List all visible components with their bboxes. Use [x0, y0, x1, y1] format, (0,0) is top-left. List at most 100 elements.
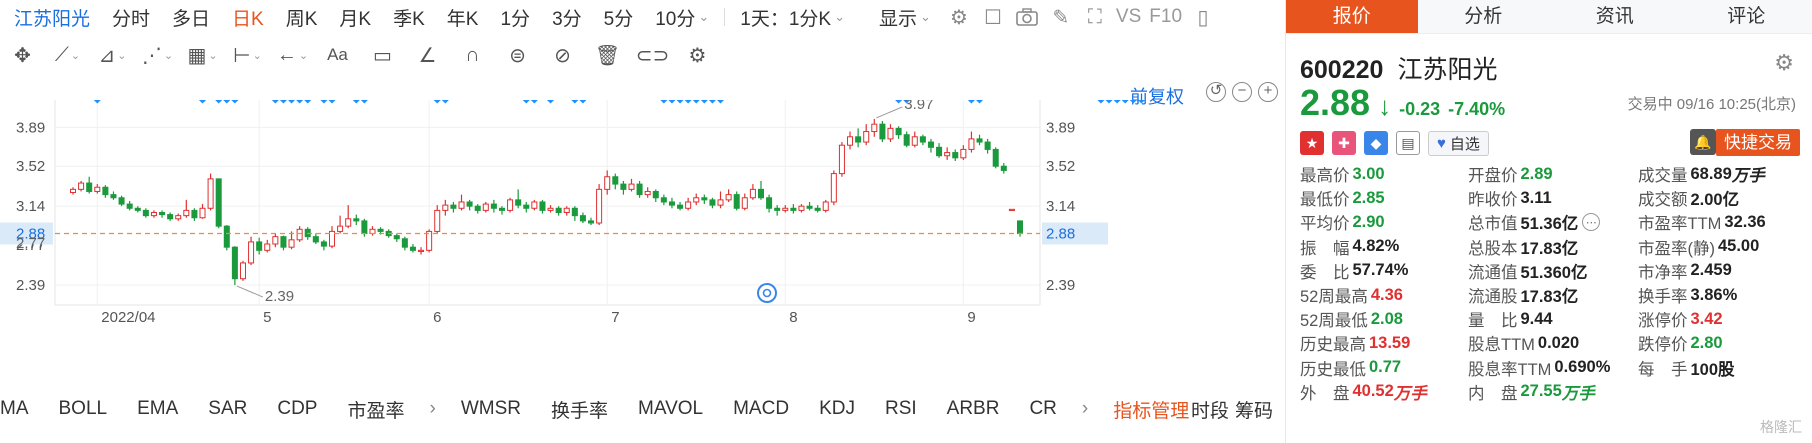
magnet-icon[interactable]: ∩	[450, 40, 495, 70]
candle-body[interactable]	[588, 220, 595, 224]
event-marker[interactable]	[692, 100, 701, 104]
indicator-cr[interactable]: CR	[1014, 398, 1071, 420]
event-marker[interactable]	[352, 100, 361, 104]
candle-body[interactable]	[490, 203, 497, 209]
candle-body[interactable]	[183, 209, 190, 217]
candle-body[interactable]	[361, 220, 368, 235]
period-tab-fenshi[interactable]: 分时	[101, 4, 161, 31]
candle-body[interactable]	[539, 201, 546, 211]
event-marker[interactable]	[93, 100, 102, 104]
candle-body[interactable]	[822, 201, 829, 211]
candle-body[interactable]	[328, 230, 336, 247]
line-tool-icon[interactable]: ⟋ ⌄	[45, 40, 90, 70]
candle-body[interactable]	[749, 188, 756, 199]
candle-body[interactable]	[450, 204, 457, 209]
candle-body[interactable]	[733, 194, 740, 209]
vs-compare-button[interactable]: VS	[1112, 6, 1145, 28]
locate-icon[interactable]	[757, 283, 777, 303]
zoom-out-icon[interactable]: −	[1232, 82, 1252, 102]
candle-body[interactable]	[159, 211, 166, 216]
candle-body[interactable]	[86, 182, 93, 192]
candle-body[interactable]	[830, 173, 837, 203]
candle-body[interactable]	[782, 207, 789, 211]
stock-name-tab[interactable]: 江苏阳光	[0, 4, 101, 31]
candle-body[interactable]	[814, 207, 821, 211]
event-marker[interactable]	[894, 100, 903, 104]
candle-body[interactable]	[409, 246, 416, 251]
candle-body[interactable]	[636, 183, 643, 196]
candle-body[interactable]	[482, 203, 489, 211]
event-marker[interactable]	[441, 100, 450, 104]
candle-body[interactable]	[903, 134, 910, 146]
candle-body[interactable]	[717, 199, 724, 206]
event-marker[interactable]	[570, 100, 579, 104]
session-button[interactable]: 时段	[1191, 396, 1229, 423]
candle-body[interactable]	[498, 207, 505, 211]
period-tab-weekly-k[interactable]: 周K	[275, 4, 329, 31]
period-tab-duori[interactable]: 多日	[161, 4, 221, 31]
hide-icon[interactable]: ⊘	[540, 40, 585, 70]
candle-body[interactable]	[288, 239, 295, 248]
event-marker[interactable]	[1113, 100, 1122, 104]
period-tab-1min[interactable]: 1分	[489, 4, 541, 31]
candle-body[interactable]	[677, 204, 684, 209]
event-marker[interactable]	[676, 100, 684, 104]
event-marker[interactable]	[975, 100, 984, 104]
comment-tool-icon[interactable]: ▭	[360, 40, 405, 70]
candle-body[interactable]	[248, 241, 255, 264]
candle-body[interactable]	[78, 182, 85, 190]
candle-body[interactable]	[571, 207, 578, 217]
candle-body[interactable]	[693, 197, 700, 203]
indicator-boll[interactable]: BOLL	[44, 398, 123, 420]
arrow-tool-icon[interactable]: ← ⌄	[270, 40, 315, 70]
reset-icon[interactable]: ↺	[1206, 82, 1226, 102]
candle-body[interactable]	[118, 197, 125, 205]
event-marker[interactable]	[684, 100, 693, 104]
event-marker[interactable]	[659, 100, 668, 104]
candle-body[interactable]	[984, 141, 991, 150]
candle-body[interactable]	[1000, 165, 1007, 171]
candle-body[interactable]	[887, 127, 894, 140]
candle-body[interactable]	[701, 197, 708, 201]
candle-body[interactable]	[620, 183, 627, 190]
candle-body[interactable]	[239, 262, 246, 280]
candle-body[interactable]	[126, 203, 133, 209]
candle-body[interactable]	[474, 205, 481, 211]
gear-icon[interactable]: ⚙	[1774, 50, 1794, 76]
candle-body[interactable]	[936, 146, 943, 157]
event-marker[interactable]	[271, 100, 280, 104]
tab-quote[interactable]: 报价	[1286, 0, 1418, 33]
chevron-right-icon[interactable]: ›	[420, 398, 446, 420]
candle-body[interactable]	[401, 238, 408, 248]
event-marker[interactable]	[1121, 100, 1130, 104]
indicator-sar[interactable]: SAR	[193, 398, 262, 420]
event-marker[interactable]	[1129, 100, 1138, 104]
period-tab-quarterly-k[interactable]: 季K	[382, 4, 436, 31]
candle-body[interactable]	[442, 204, 449, 211]
candle-body[interactable]	[612, 176, 619, 185]
indicator-arbr[interactable]: ARBR	[932, 398, 1015, 420]
square-toggle-icon[interactable]: ☐	[976, 0, 1010, 34]
candle-body[interactable]	[660, 197, 667, 203]
event-marker[interactable]	[328, 100, 336, 104]
candle-body[interactable]	[272, 236, 279, 245]
margin-icon[interactable]: ✚	[1332, 131, 1356, 155]
quick-trade-button[interactable]: 快捷交易	[1716, 129, 1800, 156]
candle-body[interactable]	[531, 201, 538, 209]
candle-body[interactable]	[150, 211, 157, 217]
candle-body[interactable]	[426, 230, 433, 251]
candle-body[interactable]	[806, 205, 813, 209]
candle-body[interactable]	[685, 201, 692, 209]
candle-body[interactable]	[223, 225, 230, 248]
candle-body[interactable]	[668, 201, 675, 206]
event-marker[interactable]	[320, 100, 328, 104]
indicator-pe[interactable]: 市盈率	[332, 396, 419, 423]
candle-body[interactable]	[434, 209, 441, 232]
indicator-macd[interactable]: MACD	[718, 398, 804, 420]
event-marker[interactable]	[1097, 100, 1105, 104]
add-watchlist-button[interactable]: ♥ 自选	[1428, 130, 1489, 156]
candle-body[interactable]	[604, 176, 611, 190]
candle-body[interactable]	[555, 207, 562, 213]
candle-body[interactable]	[547, 207, 554, 211]
indicator-rsi[interactable]: RSI	[870, 398, 932, 420]
